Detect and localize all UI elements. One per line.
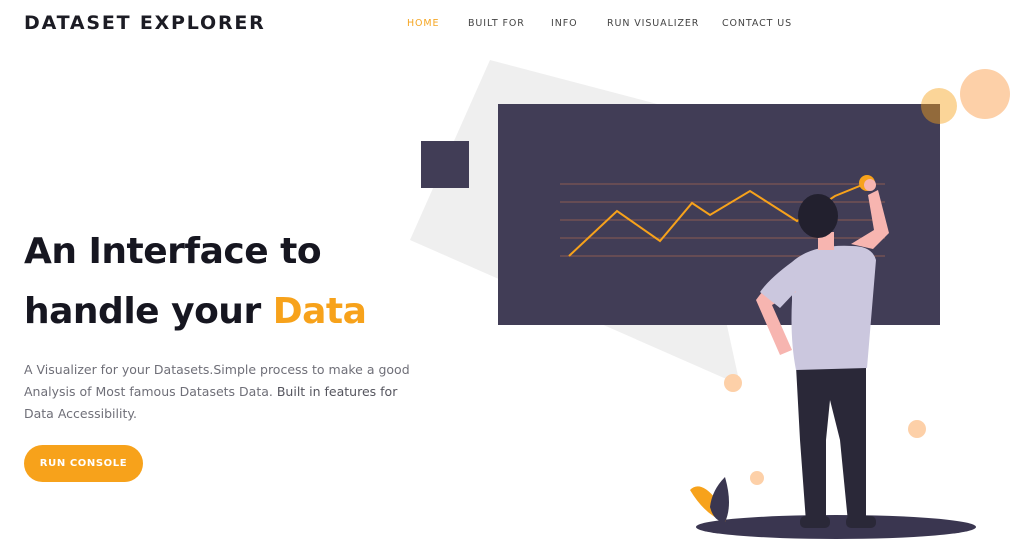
nav-built-for[interactable]: BUILT FOR	[468, 18, 525, 29]
hero-desc-emphasis: Built in features for	[276, 384, 398, 399]
nav-contact-us[interactable]: CONTACT US	[722, 18, 792, 29]
hero-desc-line1: A Visualizer for your Datasets.Simple pr…	[24, 362, 410, 377]
person-hand	[864, 179, 876, 191]
run-console-button[interactable]: RUN CONSOLE	[24, 445, 143, 482]
hero-desc-line2: Analysis of Most famous Datasets Data.	[24, 384, 277, 399]
person-head	[798, 194, 838, 238]
brand-logo[interactable]: DATASET EXPLORER	[24, 12, 266, 34]
small-square	[421, 141, 469, 188]
hero-title: An Interface to handle your Data	[24, 222, 367, 342]
hero-desc-line3: Data Accessibility.	[24, 406, 137, 421]
nav-home[interactable]: HOME	[407, 18, 439, 29]
deco-circle-right	[908, 420, 926, 438]
hero-description: A Visualizer for your Datasets.Simple pr…	[24, 359, 444, 425]
person-shoe-right	[846, 516, 876, 528]
nav-info[interactable]: INFO	[551, 18, 577, 29]
deco-circle-mid	[724, 374, 742, 392]
data-analyst-illustration	[410, 60, 1010, 539]
hero-title-line2: handle your	[24, 291, 273, 332]
deco-circle-overlap	[921, 88, 957, 124]
hero-title-accent: Data	[272, 291, 367, 332]
deco-circle-small	[750, 471, 764, 485]
person-shoe-left	[800, 516, 830, 528]
person-shirt	[791, 245, 876, 370]
person-legs	[796, 366, 866, 522]
deco-circle-large	[960, 69, 1010, 119]
hero-title-line1: An Interface to	[24, 231, 322, 272]
nav-run-visualizer[interactable]: RUN VISUALIZER	[607, 18, 699, 29]
floor-shadow	[696, 515, 976, 539]
